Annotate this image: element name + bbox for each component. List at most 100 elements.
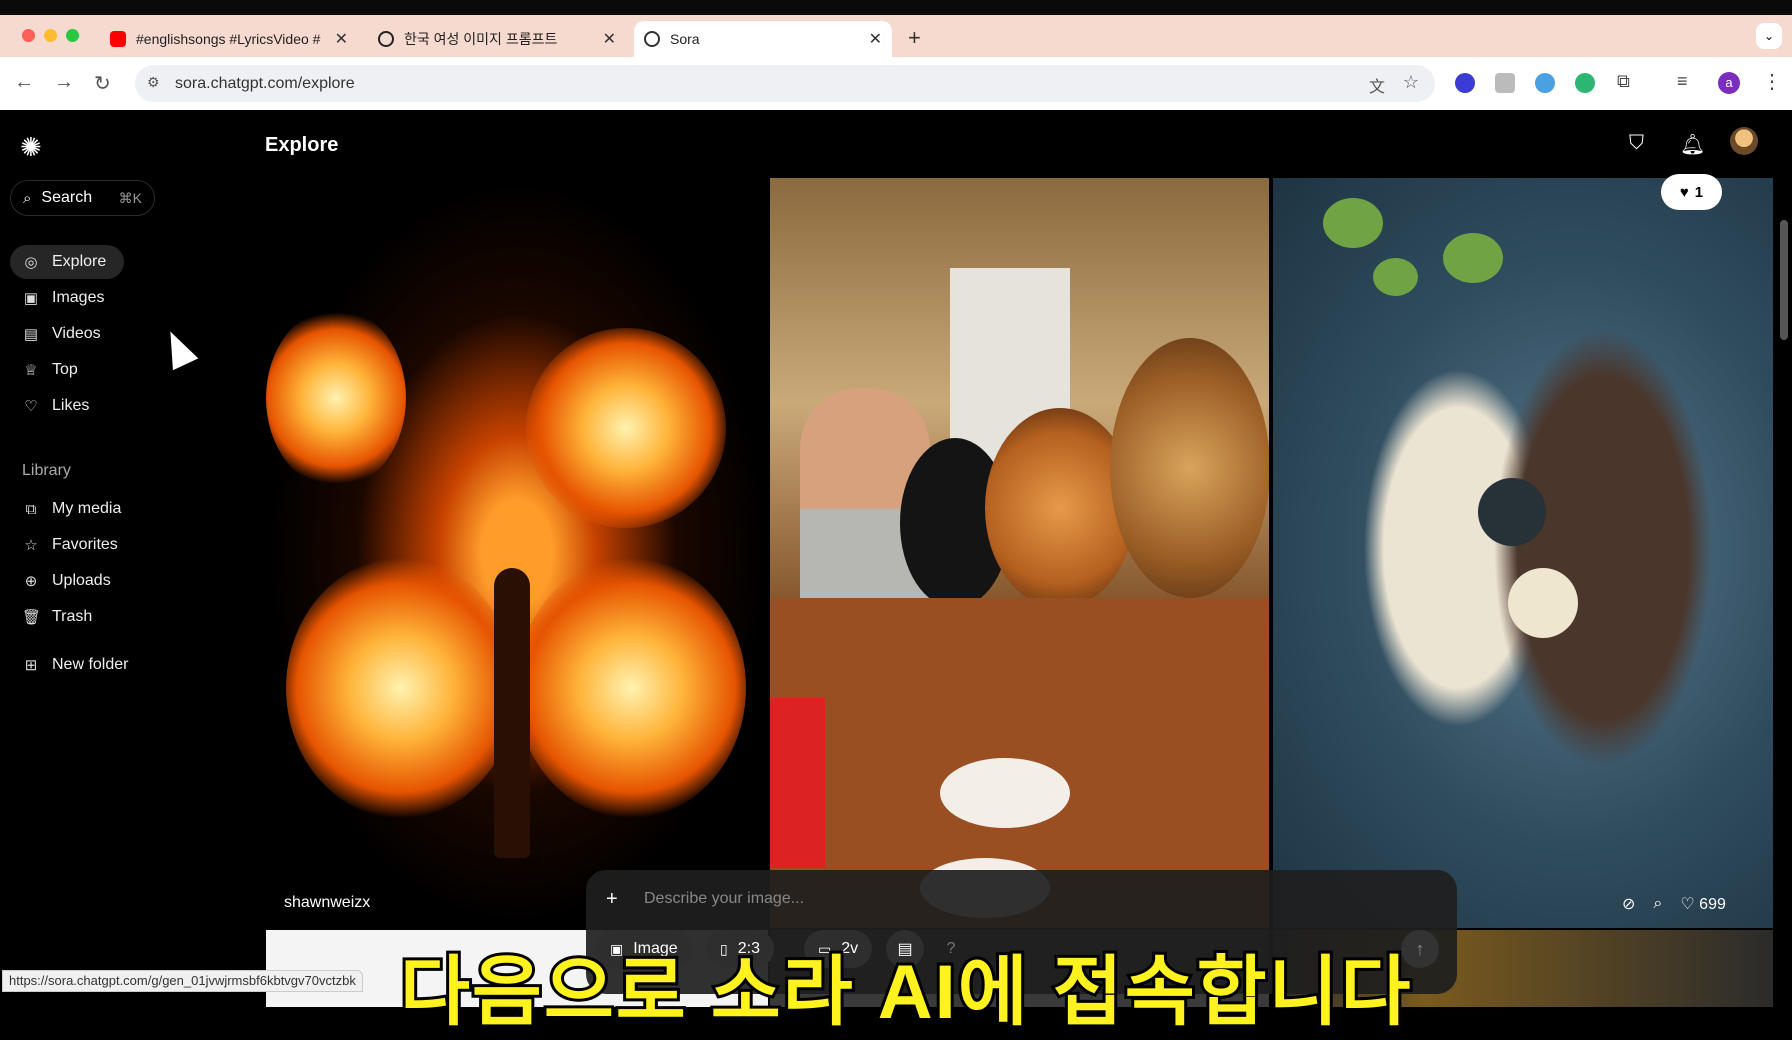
creator-username[interactable]: shawnweizx [284, 894, 370, 912]
flame-shape [266, 308, 406, 488]
heart-icon: ♡ [24, 398, 38, 415]
minimize-window-button[interactable] [44, 29, 57, 42]
openai-logo-icon[interactable]: ✺ [20, 132, 42, 163]
video-icon: ▤ [23, 326, 39, 343]
filter-icon[interactable]: ⛉ [1629, 132, 1644, 155]
browser-toolbar: ← → ↻ ⚙ sora.chatgpt.com/explore 文 ☆ ⧉ ≡… [0, 57, 1792, 110]
sidebar-item-label: My media [52, 500, 122, 517]
star-icon: ☆ [24, 537, 38, 554]
search-icon[interactable]: ⌕ [1653, 895, 1662, 913]
media-icon: ⧉ [25, 500, 37, 518]
new-folder-button[interactable]: ⊞ New folder [10, 648, 150, 682]
browser-tab-strip: #englishsongs #LyricsVideo # ✕ 한국 여성 이미지… [0, 15, 1792, 57]
sidebar-item-images[interactable]: ▣ Images [10, 281, 124, 315]
cereal-box-shape [770, 698, 825, 868]
video-subtitle: 다음으로 소라 AI에 접속합니다 [397, 947, 1413, 1038]
extension-icon[interactable] [1535, 73, 1555, 93]
like-count: 699 [1699, 896, 1726, 913]
back-button[interactable]: ← [14, 71, 34, 94]
sidebar-item-uploads[interactable]: ⊕ Uploads [10, 564, 124, 598]
lily-pad-shape [1443, 233, 1503, 283]
close-window-button[interactable] [22, 29, 35, 42]
scrollbar[interactable] [1780, 220, 1788, 340]
reload-button[interactable]: ↻ [94, 71, 111, 96]
tab-label: Sora [670, 31, 700, 47]
link-status-bar: https://sora.chatgpt.com/g/gen_01jvwjrms… [2, 970, 363, 992]
library-heading: Library [22, 462, 71, 479]
media-control-icon[interactable]: ≡ [1677, 71, 1697, 91]
close-icon[interactable]: ✕ [603, 29, 616, 49]
extension-icon[interactable] [1575, 73, 1595, 93]
like-notification-badge[interactable]: ♥ 1 [1661, 174, 1722, 210]
sidebar-item-favorites[interactable]: ☆ Favorites [10, 528, 124, 562]
extension-s-icon[interactable] [1455, 73, 1475, 93]
tab-label: #englishsongs #LyricsVideo # [136, 31, 321, 47]
light-ball-shape [1508, 568, 1578, 638]
upload-icon: ⊕ [24, 573, 38, 590]
prompt-input[interactable]: Describe your image... [644, 890, 804, 908]
address-bar[interactable]: ⚙ sora.chatgpt.com/explore 文 ☆ [135, 65, 1435, 102]
site-settings-icon[interactable]: ⚙ [147, 74, 160, 91]
notification-bell-icon[interactable]: 🔔︎ [1680, 132, 1705, 157]
sidebar-item-explore[interactable]: ◎ Explore [10, 245, 124, 279]
wing-shape [286, 558, 516, 818]
sidebar: ✺ ⌕ Search ⌘K ◎ Explore ▣ Images ▤ Video… [0, 110, 266, 1007]
profile-avatar[interactable]: a [1718, 72, 1740, 94]
lily-pad-shape [1323, 198, 1383, 248]
close-icon[interactable]: ✕ [869, 29, 882, 49]
gallery-item-kitchen-animals[interactable] [770, 178, 1269, 928]
search-button[interactable]: ⌕ Search ⌘K [10, 180, 155, 216]
sora-icon [644, 31, 660, 47]
heart-icon: ♡ [1680, 896, 1695, 913]
tab-label: 한국 여성 이미지 프롬프트 [404, 31, 558, 47]
wing-shape [516, 558, 746, 818]
sidebar-item-videos[interactable]: ▤ Videos [10, 317, 124, 351]
openai-icon [378, 31, 394, 47]
puzzle-icon[interactable]: ⧉ [1617, 71, 1637, 91]
menu-icon[interactable]: ⋮ [1762, 69, 1782, 94]
sora-app: ✺ ⌕ Search ⌘K ◎ Explore ▣ Images ▤ Video… [0, 110, 1792, 1038]
browser-tab-prompt[interactable]: 한국 여성 이미지 프롬프트 ✕ [368, 21, 626, 57]
youtube-icon [110, 31, 126, 47]
browser-tab-sora[interactable]: Sora ✕ [634, 21, 892, 57]
dark-ball-shape [1478, 478, 1546, 546]
sidebar-item-label: Videos [52, 325, 101, 342]
remix-icon[interactable]: ⊘ [1622, 894, 1635, 914]
sidebar-item-my-media[interactable]: ⧉ My media [10, 492, 124, 526]
lion-shape [1110, 338, 1269, 598]
flame-shape [526, 328, 726, 528]
lily-pad-shape [1373, 258, 1418, 296]
new-tab-button[interactable]: + [908, 25, 921, 51]
user-avatar[interactable] [1730, 127, 1758, 155]
trophy-icon: ♕ [24, 362, 38, 379]
bookmark-star-icon[interactable]: ☆ [1403, 72, 1419, 93]
chevron-down-icon[interactable]: ⌄ [1756, 23, 1782, 49]
sidebar-item-top[interactable]: ♕ Top [10, 353, 124, 387]
like-button[interactable]: ♡ 699 [1680, 894, 1726, 914]
url-text: sora.chatgpt.com/explore [175, 74, 355, 92]
sidebar-item-label: Top [52, 361, 78, 378]
sidebar-item-label: Favorites [52, 536, 118, 553]
forward-button[interactable]: → [54, 71, 74, 94]
page-title: Explore [265, 134, 339, 156]
maximize-window-button[interactable] [66, 29, 79, 42]
translate-icon[interactable]: 文 [1369, 73, 1385, 97]
dark-otter-shape [1493, 328, 1713, 768]
sidebar-item-label: Uploads [52, 572, 111, 589]
add-attachment-button[interactable]: + [606, 888, 618, 911]
sidebar-item-trash[interactable]: 🗑 Trash [10, 600, 124, 634]
browser-tab-youtube[interactable]: #englishsongs #LyricsVideo # ✕ [100, 21, 358, 57]
image-actions: ⊘ ⌕ ♡ 699 [1622, 894, 1726, 914]
heart-filled-icon: ♥ [1679, 183, 1689, 201]
close-icon[interactable]: ✕ [335, 29, 348, 49]
gallery-item-fire-wings[interactable] [266, 178, 768, 928]
search-shortcut: ⌘K [118, 189, 142, 206]
gallery-item-otters[interactable] [1273, 178, 1773, 928]
extension-icon[interactable] [1495, 73, 1515, 93]
plate-shape [940, 758, 1070, 828]
search-icon: ⌕ [23, 189, 32, 207]
folder-plus-icon: ⊞ [24, 657, 38, 674]
sidebar-item-likes[interactable]: ♡ Likes [10, 389, 124, 423]
new-folder-label: New folder [52, 656, 129, 673]
figure-silhouette [494, 568, 530, 858]
